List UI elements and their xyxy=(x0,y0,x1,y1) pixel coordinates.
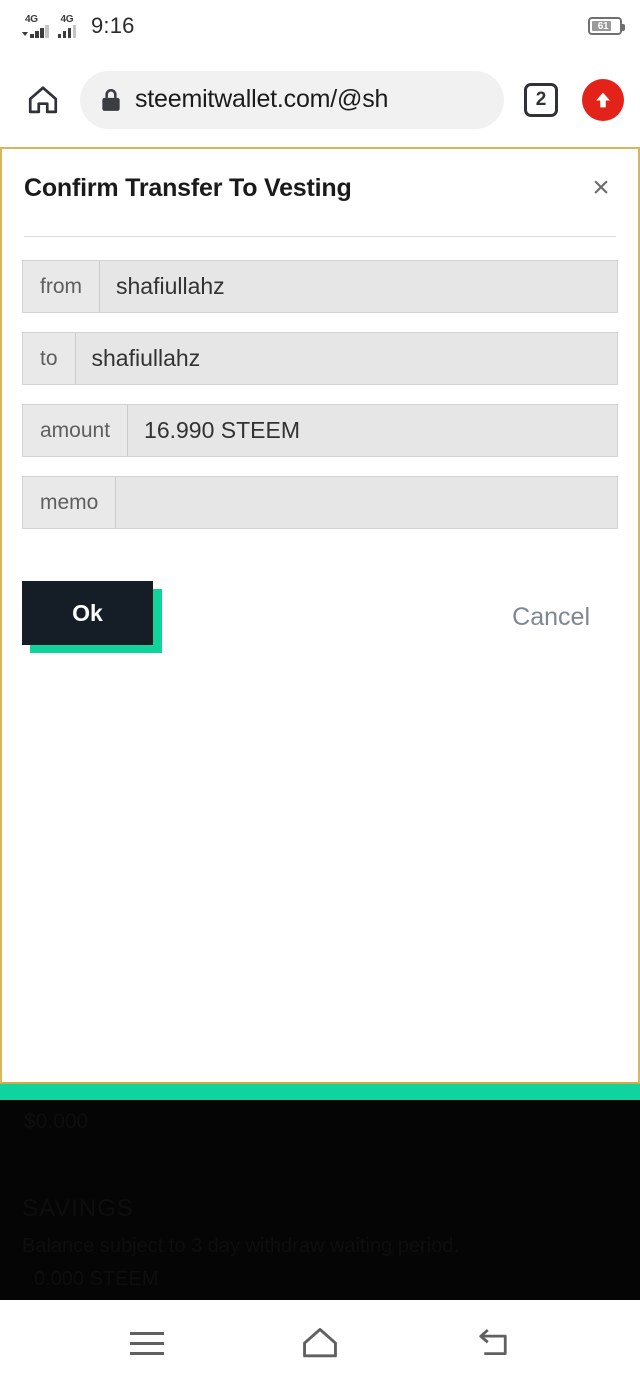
ghost-savings-value-1: 0.000 STEEM xyxy=(34,1268,159,1290)
back-button[interactable] xyxy=(453,1314,533,1374)
network-type-label-1: 4G xyxy=(25,14,38,25)
recents-button[interactable] xyxy=(107,1314,187,1374)
dimmed-page-region: $0.000 SAVINGS Balance subject to 3 day … xyxy=(0,1100,640,1300)
field-label-memo: memo xyxy=(23,477,117,528)
signal-bars-icon-2 xyxy=(57,25,76,38)
signal-bars-icon-1 xyxy=(30,25,49,38)
field-value-memo xyxy=(116,477,617,528)
field-value-amount: 16.990 STEEM xyxy=(128,405,617,456)
address-bar[interactable]: steemitwallet.com/@sh xyxy=(80,70,504,129)
field-label-from: from xyxy=(23,261,100,312)
ok-button-wrapper: Ok xyxy=(22,581,162,653)
upload-arrow-icon xyxy=(582,78,624,121)
field-value-from: shafiullahz xyxy=(100,261,617,312)
confirm-transfer-dialog: Confirm Transfer To Vesting × from shafi… xyxy=(0,147,640,1084)
phone-screen: 4G 4G 9:16 61 steemitwallet.com/@sh 2 Co… xyxy=(0,0,640,1387)
cancel-button[interactable]: Cancel xyxy=(512,603,590,632)
back-icon xyxy=(479,1328,507,1355)
signal-indicator-sim2: 4G xyxy=(57,14,76,38)
field-label-amount: amount xyxy=(23,405,129,456)
field-label-to: to xyxy=(23,333,76,384)
dialog-header: Confirm Transfer To Vesting × xyxy=(2,149,638,227)
status-bar-left: 4G 4G 9:16 xyxy=(22,13,135,39)
update-button[interactable] xyxy=(580,77,626,123)
status-bar: 4G 4G 9:16 61 xyxy=(0,0,640,52)
ghost-savings-heading: SAVINGS xyxy=(22,1195,134,1222)
signal-indicator-sim1: 4G xyxy=(22,14,49,38)
status-bar-right: 61 xyxy=(588,17,625,35)
dialog-title: Confirm Transfer To Vesting xyxy=(24,173,352,202)
ghost-savings-subtext: Balance subject to 3 day withdraw waitin… xyxy=(22,1235,459,1257)
field-row-amount: amount 16.990 STEEM xyxy=(22,404,618,457)
status-bar-clock: 9:16 xyxy=(91,13,135,38)
page-accent-bar xyxy=(0,1084,640,1100)
home-icon[interactable] xyxy=(14,71,72,129)
network-type-label-2: 4G xyxy=(60,14,74,25)
field-row-from: from shafiullahz xyxy=(22,260,618,313)
ghost-top-value: $0.000 xyxy=(24,1110,89,1133)
data-arrow-icon xyxy=(22,32,28,36)
web-page-content: Confirm Transfer To Vesting × from shafi… xyxy=(0,147,640,1300)
close-icon[interactable]: × xyxy=(584,171,618,205)
menu-icon xyxy=(129,1332,164,1355)
android-navigation-bar xyxy=(0,1300,640,1387)
ok-button[interactable]: Ok xyxy=(22,581,153,645)
url-text: steemitwallet.com/@sh xyxy=(135,85,389,113)
battery-level-label: 61 xyxy=(597,20,609,32)
battery-icon: 61 xyxy=(588,17,625,35)
tab-count-label: 2 xyxy=(524,82,558,117)
field-value-to: shafiullahz xyxy=(75,333,617,384)
transfer-fields: from shafiullahz to shafiullahz amount 1… xyxy=(2,237,638,529)
browser-toolbar: steemitwallet.com/@sh 2 xyxy=(0,52,640,147)
tab-counter-button[interactable]: 2 xyxy=(518,77,564,123)
field-row-to: to shafiullahz xyxy=(22,332,618,385)
home-icon xyxy=(303,1327,337,1357)
dialog-actions: Ok Cancel xyxy=(2,581,638,671)
android-home-button[interactable] xyxy=(280,1314,360,1374)
field-row-memo: memo xyxy=(22,476,618,529)
lock-icon xyxy=(102,88,120,111)
